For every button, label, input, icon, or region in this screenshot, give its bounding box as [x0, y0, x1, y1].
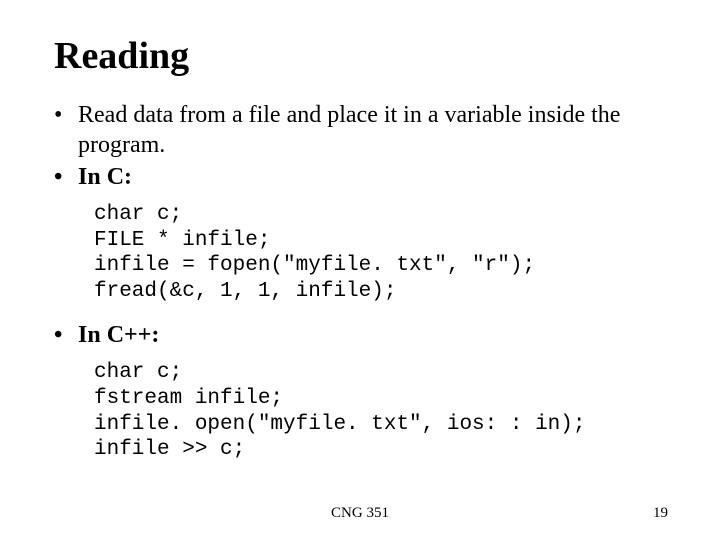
code-c: char c; FILE * infile; infile = fopen("m… [94, 202, 670, 304]
footer-page-number: 19 [653, 505, 668, 522]
footer-course: CNG 351 [0, 505, 720, 522]
bullet-intro: Read data from a file and place it in a … [50, 100, 670, 160]
bullet-in-cpp: In C++: [50, 320, 670, 350]
code-cpp: char c; fstream infile; infile. open("my… [94, 360, 670, 462]
slide: Reading Read data from a file and place … [0, 0, 720, 540]
bullet-in-c: In C: [50, 162, 670, 192]
bullet-list: Read data from a file and place it in a … [50, 100, 670, 192]
bullet-list-2: In C++: [50, 320, 670, 350]
page-title: Reading [54, 34, 670, 78]
